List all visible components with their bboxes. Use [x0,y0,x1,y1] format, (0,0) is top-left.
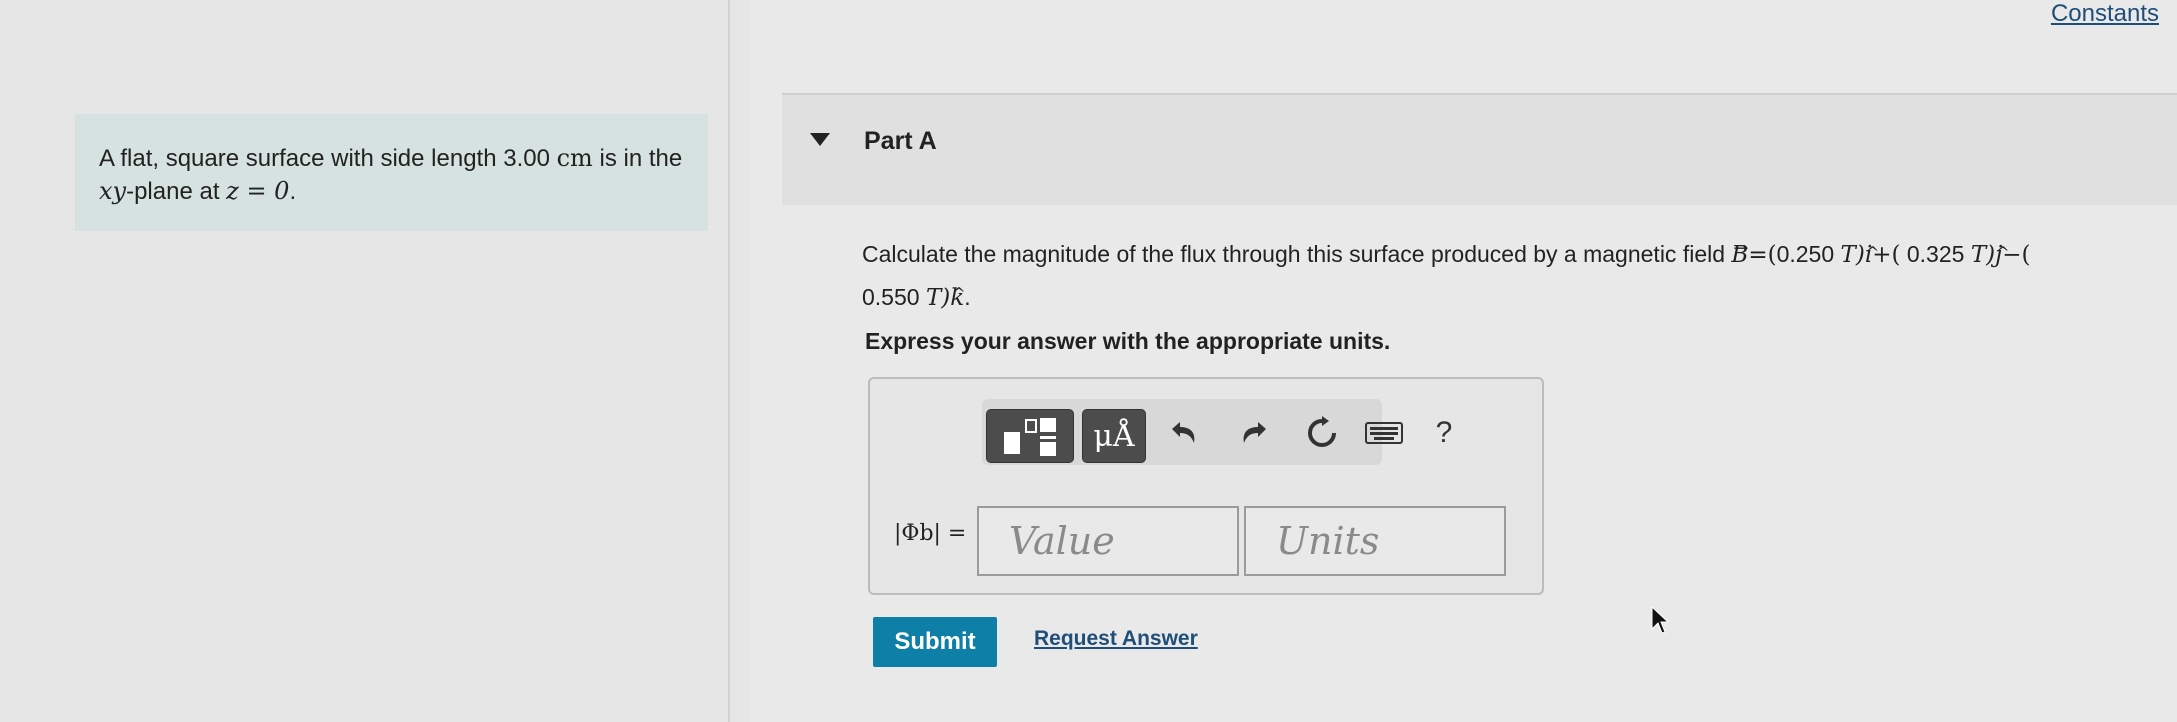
redo-icon[interactable] [1232,413,1276,453]
part-a-header[interactable]: Part A [782,93,2177,205]
answer-instruction: Express your answer with the appropriate… [865,328,1391,354]
submit-button[interactable]: Submit [873,617,997,667]
problem-unit: cm [556,144,593,172]
pane-divider [728,0,730,722]
help-icon[interactable]: ? [1422,413,1466,453]
undo-icon[interactable] [1162,413,1206,453]
t-unit-1: T) [1840,242,1865,268]
hat-icon: ^ [952,284,966,303]
mouse-cursor-icon [1650,605,1670,640]
problem-plane: xy [99,177,127,205]
help-label: ? [1435,416,1453,449]
request-answer-link[interactable]: Request Answer [1034,627,1198,651]
b-vector: B → [1731,238,1748,268]
left-pane [0,0,750,722]
t-unit-3: T) [925,285,951,311]
problem-period: . [289,178,297,205]
eq-open-1: =( [1748,242,1777,268]
templates-icon[interactable] [986,409,1074,463]
units-input[interactable] [1244,506,1506,576]
by-value: 0.325 [1906,241,1965,267]
value-input[interactable] [977,506,1239,576]
units-label: μÅ [1093,418,1135,454]
flux-label: |Φb| = [894,521,967,546]
hat-icon: ^ [1996,243,2010,262]
part-title: Part A [864,127,937,155]
math-toolbar: μÅ ? [982,399,1452,465]
t-unit-2: T) [1970,242,1996,268]
j-hat: j ^ [1995,242,2009,268]
i-hat: i ^ [1865,242,1879,268]
collapse-caret-icon[interactable] [810,133,830,146]
constants-link[interactable]: Constants [2051,0,2159,28]
keyboard-icon[interactable] [1362,413,1406,453]
question-body: Calculate the magnitude of the flux thro… [862,241,1726,267]
question-text: Calculate the magnitude of the flux thro… [862,233,2162,319]
hat-icon: ^ [1865,243,1880,262]
units-icon[interactable]: μÅ [1082,409,1146,463]
problem-text-mid: is in the [599,145,683,172]
problem-statement: A flat, square surface with side length … [75,114,708,231]
bx-value: 0.250 [1776,241,1835,267]
answer-box: μÅ ? |Φb| = [868,377,1544,595]
k-hat: k ^ [950,284,965,311]
reset-icon[interactable] [1300,413,1344,453]
problem-text-plane: -plane at [126,178,220,205]
vector-arrow-icon: → [1733,238,1749,259]
bz-value: 0.550 [862,284,920,310]
problem-text-before: A flat, square surface with side length … [99,145,550,172]
problem-z-equation: z = 0 [226,177,290,205]
